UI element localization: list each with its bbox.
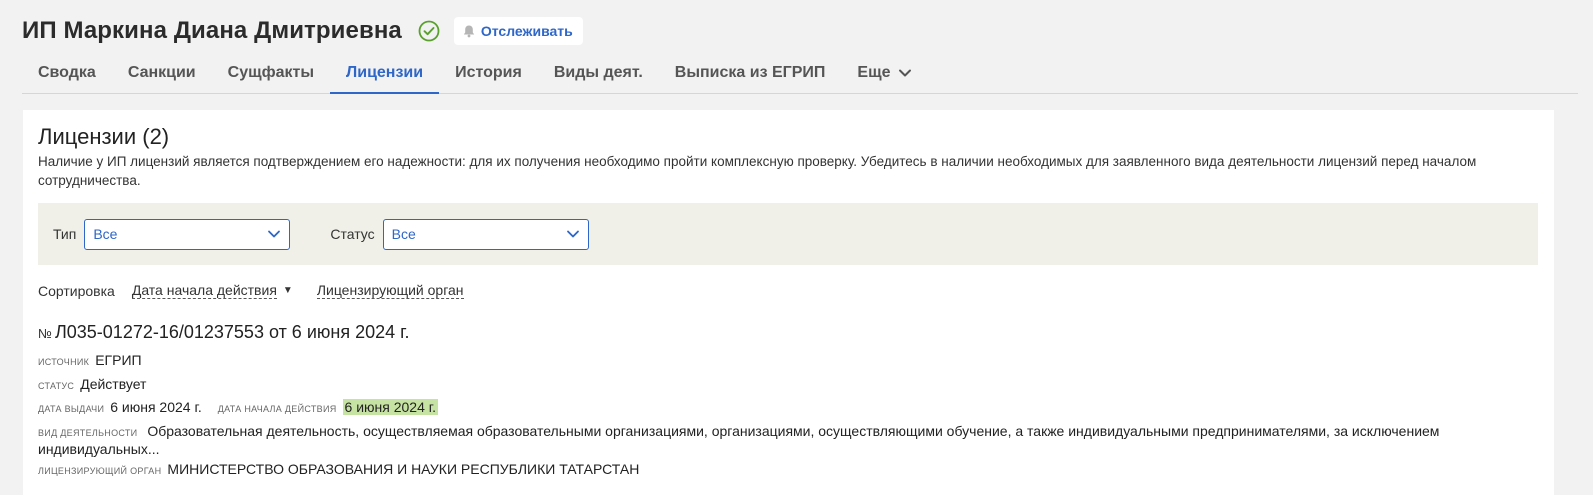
status-filter-label: Статус: [330, 226, 375, 242]
tab-licenses[interactable]: Лицензии: [330, 52, 440, 94]
start-date-value: 6 июня 2024 г.: [342, 399, 439, 415]
check-circle-icon: [418, 20, 440, 42]
type-filter-value: Все: [93, 226, 118, 242]
bell-icon: [462, 24, 476, 38]
tab-more[interactable]: Еще: [841, 52, 928, 93]
activity-value: Образовательная деятельность, осуществля…: [38, 423, 1440, 457]
chevron-down-icon: [267, 227, 281, 241]
sort-row: Сортировка Дата начала действия ▼ Лиценз…: [38, 282, 464, 299]
section-description: Наличие у ИП лицензий является подтвержд…: [38, 154, 1477, 188]
tab-egrip-extract[interactable]: Выписка из ЕГРИП: [659, 52, 842, 93]
tab-summary[interactable]: Сводка: [22, 52, 112, 93]
number-sign: №: [38, 326, 52, 341]
company-name: ИП Маркина Диана Дмитриевна: [22, 17, 402, 44]
license-number: Л035-01272-16/01237553 от 6 июня 2024 г.: [54, 322, 410, 342]
tab-more-label: Еще: [857, 63, 891, 81]
chevron-down-icon: [898, 66, 912, 80]
issue-date-label: дата выдачи: [38, 404, 105, 414]
tab-material-facts[interactable]: Сущфакты: [212, 52, 330, 93]
license-authority-row: лицензирующий орган МИНИСТЕРСТВО ОБРАЗОВ…: [38, 461, 639, 477]
sort-by-authority[interactable]: Лицензирующий орган: [316, 282, 464, 299]
type-filter-label: Тип: [53, 226, 77, 242]
license-status-row: статус Действует: [38, 376, 146, 392]
type-filter-select[interactable]: Все: [84, 218, 291, 250]
status-filter-value: Все: [391, 226, 416, 242]
page-header: ИП Маркина Диана Дмитриевна Отслеживать: [22, 14, 1571, 48]
status-label: статус: [38, 381, 75, 391]
filter-bar: Тип Все Статус Все: [38, 203, 1538, 265]
tab-activity-types[interactable]: Виды деят.: [538, 52, 659, 93]
source-label: источник: [38, 357, 90, 367]
status-value: Действует: [80, 376, 147, 392]
issue-date-value: 6 июня 2024 г.: [110, 399, 202, 415]
section-title: Лицензии (2): [38, 124, 170, 149]
tabs-bar: Сводка Санкции Сущфакты Лицензии История…: [22, 52, 1578, 94]
authority-value: МИНИСТЕРСТВО ОБРАЗОВАНИЯ И НАУКИ РЕСПУБЛ…: [167, 461, 640, 477]
license-activity-row: вид деятельности Образовательная деятель…: [38, 423, 1528, 457]
sort-label: Сортировка: [38, 282, 115, 299]
license-title: № Л035-01272-16/01237553 от 6 июня 2024 …: [38, 322, 409, 343]
tab-history[interactable]: История: [439, 52, 538, 93]
licenses-card: Лицензии (2) Наличие у ИП лицензий являе…: [23, 110, 1554, 495]
chevron-down-icon: [566, 227, 580, 241]
sort-by-start-date[interactable]: Дата начала действия: [131, 282, 277, 299]
license-dates-row: дата выдачи 6 июня 2024 г. дата начала д…: [38, 399, 439, 415]
status-filter-select[interactable]: Все: [382, 218, 589, 250]
license-source-row: источник ЕГРИП: [38, 352, 142, 368]
activity-label: вид деятельности: [38, 428, 138, 438]
track-button-label: Отслеживать: [480, 23, 573, 39]
tab-sanctions[interactable]: Санкции: [112, 52, 212, 93]
track-button[interactable]: Отслеживать: [453, 17, 583, 45]
source-value: ЕГРИП: [95, 352, 142, 368]
sort-desc-icon: ▼: [282, 285, 293, 296]
start-date-label: дата начала действия: [217, 404, 337, 414]
authority-label: лицензирующий орган: [38, 466, 162, 476]
